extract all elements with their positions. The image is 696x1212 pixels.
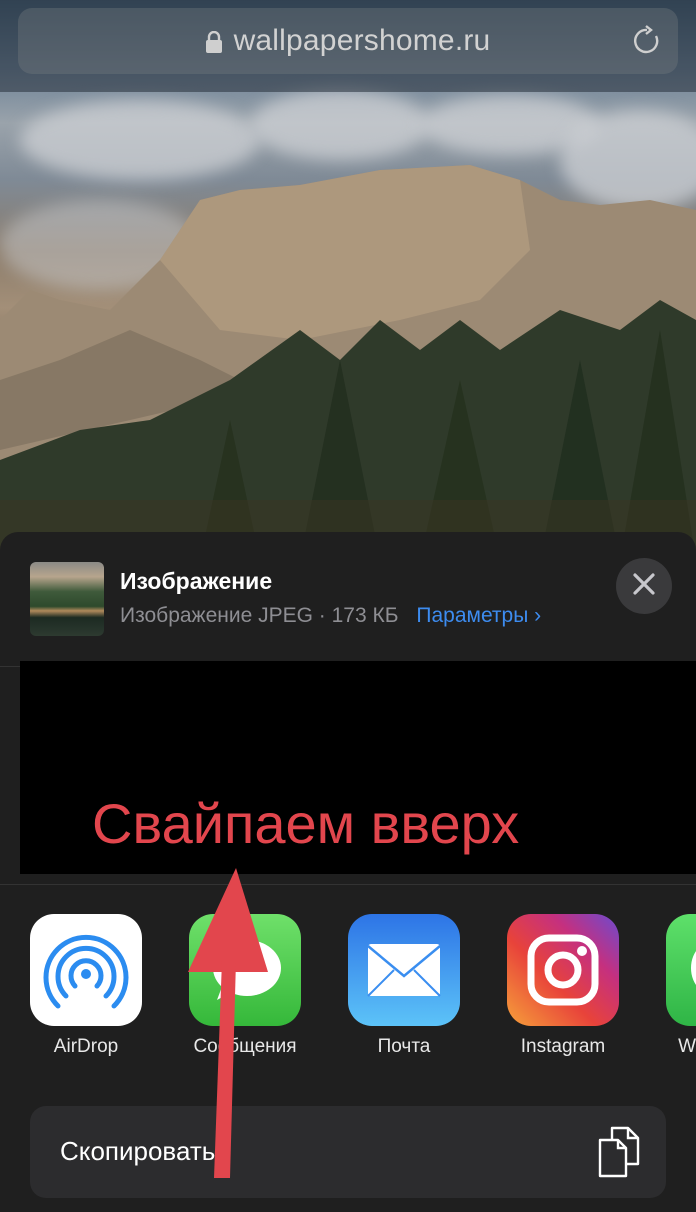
whatsapp-icon — [666, 914, 696, 1026]
address-bar[interactable]: wallpapershome.ru — [18, 8, 678, 74]
app-messages[interactable]: Сообщения — [189, 914, 301, 1058]
copy-action[interactable]: Скопировать — [30, 1106, 666, 1198]
options-label: Параметры — [416, 604, 529, 627]
instagram-icon — [507, 914, 619, 1026]
annotation-text: Свайпаем вверх — [92, 792, 520, 855]
app-whatsapp[interactable]: WhatsApp — [666, 914, 696, 1058]
reload-icon[interactable] — [630, 24, 664, 58]
url-text: wallpapershome.ru — [233, 24, 491, 57]
annotation-overlay: Свайпаем вверх — [20, 661, 696, 874]
divider — [0, 884, 696, 885]
browser-toolbar: wallpapershome.ru — [0, 0, 696, 92]
copy-label: Скопировать — [60, 1136, 216, 1166]
app-airdrop[interactable]: AirDrop — [30, 914, 142, 1058]
chevron-right-icon: › — [534, 604, 542, 627]
close-icon — [632, 572, 656, 601]
mail-icon — [348, 914, 460, 1026]
options-link[interactable]: Параметры › — [416, 604, 541, 627]
app-label: WhatsApp — [678, 1036, 696, 1057]
app-row[interactable]: AirDrop Сообщения Почта Instagram WhatsA… — [0, 914, 696, 1074]
messages-icon — [189, 914, 301, 1026]
app-label: AirDrop — [53, 1036, 119, 1057]
app-label: Почта — [377, 1036, 431, 1057]
image-thumbnail — [30, 562, 104, 636]
copy-icon — [598, 1126, 642, 1178]
airdrop-icon — [30, 914, 142, 1026]
item-title: Изображение — [120, 568, 273, 594]
app-mail[interactable]: Почта — [348, 914, 460, 1058]
item-subtitle: Изображение JPEG · 173 КБ Параметры › — [120, 604, 541, 628]
item-type-size: Изображение JPEG · 173 КБ — [120, 604, 399, 627]
app-label: Сообщения — [193, 1036, 297, 1057]
close-button[interactable] — [616, 558, 672, 614]
lock-icon — [205, 30, 222, 53]
app-instagram[interactable]: Instagram — [507, 914, 619, 1058]
app-label: Instagram — [520, 1036, 606, 1057]
